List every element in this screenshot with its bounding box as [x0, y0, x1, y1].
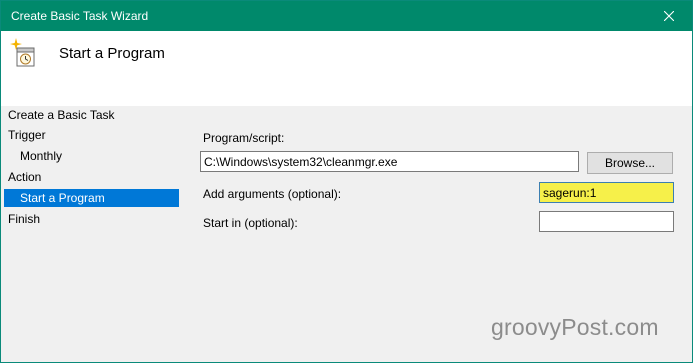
wizard-header: Start a Program	[1, 31, 692, 106]
watermark-text: groovyPost.com	[491, 314, 659, 340]
sidebar-item-trigger: Trigger	[8, 128, 46, 142]
sidebar-item-action: Action	[8, 170, 42, 184]
sidebar-item-finish: Finish	[8, 212, 41, 226]
start-in-label: Start in (optional):	[203, 216, 298, 230]
sidebar-item-create-basic-task: Create a Basic Task	[8, 108, 115, 122]
window-title: Create Basic Task Wizard	[11, 9, 149, 23]
task-scheduler-icon	[10, 38, 35, 67]
sidebar-item-monthly: Monthly	[20, 149, 63, 163]
sidebar-item-start-a-program: Start a Program	[4, 189, 179, 207]
wizard-window: Create Basic Task Wizard Start a Program…	[0, 0, 693, 363]
browse-button[interactable]: Browse...	[587, 152, 673, 174]
add-arguments-input[interactable]	[539, 182, 674, 203]
program-script-label: Program/script:	[203, 131, 285, 145]
title-bar[interactable]: Create Basic Task Wizard	[1, 1, 692, 31]
program-script-input[interactable]	[200, 151, 579, 172]
add-arguments-label: Add arguments (optional):	[203, 187, 342, 201]
start-in-input[interactable]	[539, 211, 674, 232]
close-button[interactable]	[646, 1, 692, 31]
page-title: Start a Program	[59, 45, 165, 62]
close-icon	[664, 11, 674, 21]
wizard-steps: Create a Basic Task Trigger Monthly Acti…	[1, 106, 186, 286]
